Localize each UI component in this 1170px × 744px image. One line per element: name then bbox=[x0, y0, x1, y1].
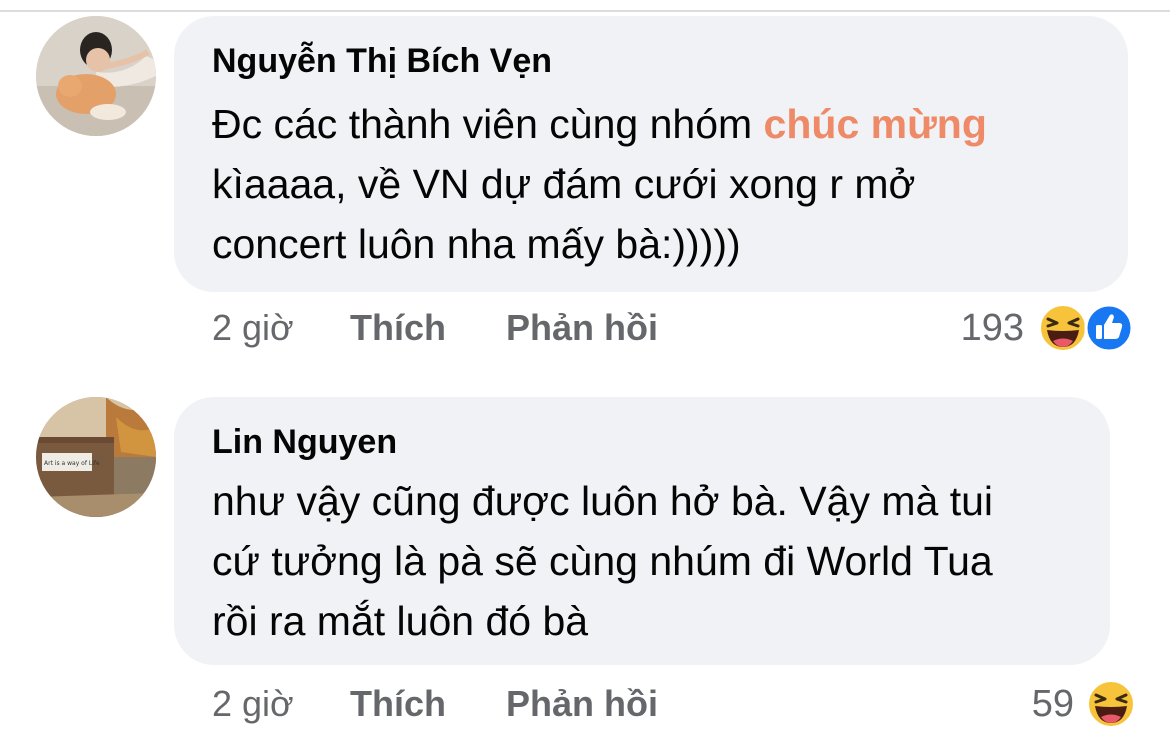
comment-bubble: Lin Nguyen như vậy cũng được luôn hở bà.… bbox=[174, 397, 1110, 665]
avatar[interactable]: Art is a way of Life bbox=[36, 397, 156, 517]
reaction-count[interactable]: 193 bbox=[961, 298, 1024, 358]
comment-bubble: Nguyễn Thị Bích Vẹn Đc các thành viên cù… bbox=[174, 16, 1128, 292]
comment-text-line: cứ tưởng là pà sẽ cùng nhúm đi World Tua bbox=[212, 538, 993, 584]
comment-text-segment: Đc các thành viên cùng nhóm bbox=[212, 101, 764, 147]
avatar-photo: Art is a way of Life bbox=[36, 397, 156, 517]
like-icon[interactable] bbox=[1084, 303, 1134, 353]
comment-author[interactable]: Nguyễn Thị Bích Vẹn bbox=[212, 42, 552, 81]
reply-button[interactable]: Phản hồi bbox=[506, 298, 658, 358]
comment-text-line: rồi ra mắt luôn đó bà bbox=[212, 598, 589, 644]
reaction-count[interactable]: 59 bbox=[1032, 674, 1074, 734]
comment-actions: 2 giờ Thích Phản hồi 193 bbox=[0, 298, 1170, 358]
comment-author[interactable]: Lin Nguyen bbox=[212, 423, 397, 462]
like-button[interactable]: Thích bbox=[350, 674, 446, 734]
comment-text-line: kìaaaa, về VN dự đám cưới xong r mở bbox=[212, 161, 916, 207]
like-button[interactable]: Thích bbox=[350, 298, 446, 358]
haha-icon[interactable] bbox=[1038, 303, 1088, 353]
comment-actions: 2 giờ Thích Phản hồi 59 bbox=[0, 674, 1170, 734]
comment-text-line: Đc các thành viên cùng nhóm chúc mừng bbox=[212, 94, 987, 154]
comment-timestamp[interactable]: 2 giờ bbox=[212, 674, 294, 734]
reply-button[interactable]: Phản hồi bbox=[506, 674, 658, 734]
comment-timestamp[interactable]: 2 giờ bbox=[212, 298, 294, 358]
highlighted-phrase: chúc mừng bbox=[763, 101, 987, 147]
avatar-sign-text: Art is a way of Life bbox=[44, 460, 100, 467]
haha-icon[interactable] bbox=[1086, 679, 1136, 729]
comment-text-line: concert luôn nha mấy bà:))))) bbox=[212, 221, 741, 267]
top-divider bbox=[0, 10, 1170, 12]
avatar[interactable] bbox=[36, 16, 156, 136]
avatar-photo bbox=[36, 16, 156, 136]
comment-text-line: như vậy cũng được luôn hở bà. Vậy mà tui bbox=[212, 478, 994, 524]
